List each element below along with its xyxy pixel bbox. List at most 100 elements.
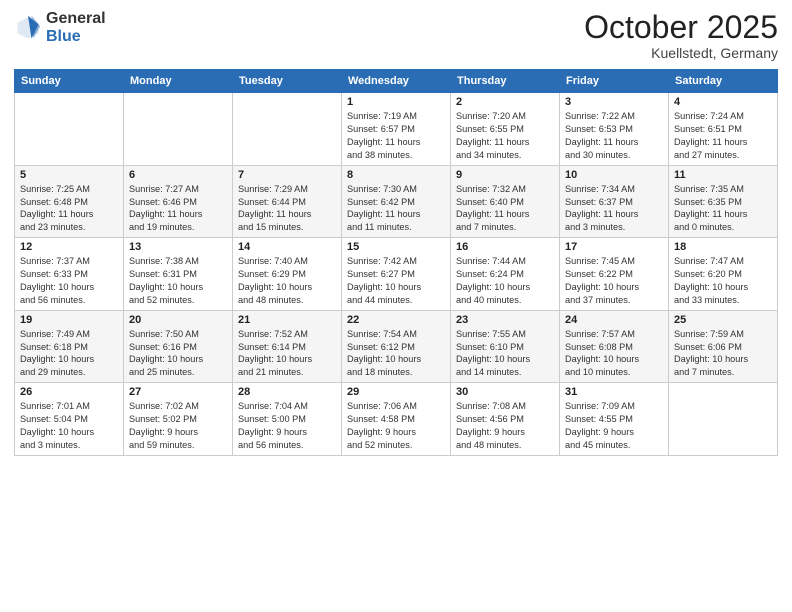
day-number: 29	[347, 386, 445, 398]
calendar-cell: 2 Sunrise: 7:20 AM Sunset: 6:55 PM Daylig…	[451, 93, 560, 166]
header-friday: Friday	[560, 70, 669, 93]
header: General Blue October 2025 Kuellstedt, Ge…	[14, 10, 778, 61]
day-info: Sunrise: 7:44 AM Sunset: 6:24 PM Dayligh…	[456, 255, 554, 307]
day-number: 6	[129, 169, 227, 181]
day-number: 3	[565, 96, 663, 108]
day-number: 20	[129, 314, 227, 326]
day-info: Sunrise: 7:01 AM Sunset: 5:04 PM Dayligh…	[20, 400, 118, 452]
calendar-week-5: 26 Sunrise: 7:01 AM Sunset: 5:04 PM Dayli…	[15, 383, 778, 456]
calendar-table: Sunday Monday Tuesday Wednesday Thursday…	[14, 69, 778, 456]
calendar-cell: 5Sunrise: 7:25 AM Sunset: 6:48 PM Daylig…	[15, 165, 124, 238]
calendar-cell: 8Sunrise: 7:30 AM Sunset: 6:42 PM Daylig…	[342, 165, 451, 238]
day-info: Sunrise: 7:08 AM Sunset: 4:56 PM Dayligh…	[456, 400, 554, 452]
calendar-week-4: 19Sunrise: 7:49 AM Sunset: 6:18 PM Dayli…	[15, 310, 778, 383]
day-info: Sunrise: 7:55 AM Sunset: 6:10 PM Dayligh…	[456, 328, 554, 380]
header-saturday: Saturday	[669, 70, 778, 93]
day-number: 7	[238, 169, 336, 181]
day-number: 22	[347, 314, 445, 326]
calendar-cell: 13 Sunrise: 7:38 AM Sunset: 6:31 PM Dayli…	[124, 238, 233, 311]
day-number: 9	[456, 169, 554, 181]
logo-text: General Blue	[46, 10, 106, 45]
day-info: Sunrise: 7:22 AM Sunset: 6:53 PM Dayligh…	[565, 110, 663, 162]
day-number: 13	[129, 241, 227, 253]
calendar-cell: 24Sunrise: 7:57 AM Sunset: 6:08 PM Dayli…	[560, 310, 669, 383]
calendar-cell: 28Sunrise: 7:04 AM Sunset: 5:00 PM Dayli…	[233, 383, 342, 456]
day-info: Sunrise: 7:20 AM Sunset: 6:55 PM Dayligh…	[456, 110, 554, 162]
logo: General Blue	[14, 10, 106, 45]
day-number: 1	[347, 96, 445, 108]
day-number: 12	[20, 241, 118, 253]
calendar-cell: 29 Sunrise: 7:06 AM Sunset: 4:58 PM Dayli…	[342, 383, 451, 456]
calendar-cell: 6 Sunrise: 7:27 AM Sunset: 6:46 PM Daylig…	[124, 165, 233, 238]
day-info: Sunrise: 7:29 AM Sunset: 6:44 PM Dayligh…	[238, 183, 336, 235]
calendar-cell: 23 Sunrise: 7:55 AM Sunset: 6:10 PM Dayli…	[451, 310, 560, 383]
day-info: Sunrise: 7:02 AM Sunset: 5:02 PM Dayligh…	[129, 400, 227, 452]
calendar-cell: 14Sunrise: 7:40 AM Sunset: 6:29 PM Dayli…	[233, 238, 342, 311]
day-info: Sunrise: 7:52 AM Sunset: 6:14 PM Dayligh…	[238, 328, 336, 380]
location: Kuellstedt, Germany	[584, 45, 778, 61]
page: General Blue October 2025 Kuellstedt, Ge…	[0, 0, 792, 612]
calendar-cell	[15, 93, 124, 166]
month-title: October 2025	[584, 10, 778, 45]
calendar-cell: 27 Sunrise: 7:02 AM Sunset: 5:02 PM Dayli…	[124, 383, 233, 456]
day-info: Sunrise: 7:34 AM Sunset: 6:37 PM Dayligh…	[565, 183, 663, 235]
header-tuesday: Tuesday	[233, 70, 342, 93]
day-number: 26	[20, 386, 118, 398]
day-number: 2	[456, 96, 554, 108]
day-number: 18	[674, 241, 772, 253]
day-info: Sunrise: 7:06 AM Sunset: 4:58 PM Dayligh…	[347, 400, 445, 452]
header-wednesday: Wednesday	[342, 70, 451, 93]
calendar-cell: 3 Sunrise: 7:22 AM Sunset: 6:53 PM Daylig…	[560, 93, 669, 166]
title-block: October 2025 Kuellstedt, Germany	[584, 10, 778, 61]
calendar-cell: 9 Sunrise: 7:32 AM Sunset: 6:40 PM Daylig…	[451, 165, 560, 238]
day-number: 17	[565, 241, 663, 253]
day-info: Sunrise: 7:38 AM Sunset: 6:31 PM Dayligh…	[129, 255, 227, 307]
day-number: 19	[20, 314, 118, 326]
calendar-header-row: Sunday Monday Tuesday Wednesday Thursday…	[15, 70, 778, 93]
calendar-cell: 10 Sunrise: 7:34 AM Sunset: 6:37 PM Dayli…	[560, 165, 669, 238]
day-info: Sunrise: 7:40 AM Sunset: 6:29 PM Dayligh…	[238, 255, 336, 307]
calendar-cell: 26 Sunrise: 7:01 AM Sunset: 5:04 PM Dayli…	[15, 383, 124, 456]
logo-general: General	[46, 10, 106, 27]
calendar-cell: 31Sunrise: 7:09 AM Sunset: 4:55 PM Dayli…	[560, 383, 669, 456]
day-info: Sunrise: 7:50 AM Sunset: 6:16 PM Dayligh…	[129, 328, 227, 380]
calendar-cell: 17 Sunrise: 7:45 AM Sunset: 6:22 PM Dayli…	[560, 238, 669, 311]
day-info: Sunrise: 7:42 AM Sunset: 6:27 PM Dayligh…	[347, 255, 445, 307]
calendar-cell: 1Sunrise: 7:19 AM Sunset: 6:57 PM Daylig…	[342, 93, 451, 166]
logo-icon	[14, 14, 42, 42]
day-number: 4	[674, 96, 772, 108]
calendar-cell: 15 Sunrise: 7:42 AM Sunset: 6:27 PM Dayli…	[342, 238, 451, 311]
day-number: 31	[565, 386, 663, 398]
day-info: Sunrise: 7:04 AM Sunset: 5:00 PM Dayligh…	[238, 400, 336, 452]
day-number: 24	[565, 314, 663, 326]
calendar-cell: 12 Sunrise: 7:37 AM Sunset: 6:33 PM Dayli…	[15, 238, 124, 311]
day-info: Sunrise: 7:45 AM Sunset: 6:22 PM Dayligh…	[565, 255, 663, 307]
header-thursday: Thursday	[451, 70, 560, 93]
calendar-cell: 16 Sunrise: 7:44 AM Sunset: 6:24 PM Dayli…	[451, 238, 560, 311]
day-info: Sunrise: 7:59 AM Sunset: 6:06 PM Dayligh…	[674, 328, 772, 380]
day-info: Sunrise: 7:35 AM Sunset: 6:35 PM Dayligh…	[674, 183, 772, 235]
day-info: Sunrise: 7:47 AM Sunset: 6:20 PM Dayligh…	[674, 255, 772, 307]
calendar-week-3: 12 Sunrise: 7:37 AM Sunset: 6:33 PM Dayli…	[15, 238, 778, 311]
day-number: 16	[456, 241, 554, 253]
day-number: 5	[20, 169, 118, 181]
day-number: 23	[456, 314, 554, 326]
calendar-cell: 19Sunrise: 7:49 AM Sunset: 6:18 PM Dayli…	[15, 310, 124, 383]
day-number: 10	[565, 169, 663, 181]
day-info: Sunrise: 7:54 AM Sunset: 6:12 PM Dayligh…	[347, 328, 445, 380]
day-info: Sunrise: 7:27 AM Sunset: 6:46 PM Dayligh…	[129, 183, 227, 235]
day-info: Sunrise: 7:32 AM Sunset: 6:40 PM Dayligh…	[456, 183, 554, 235]
day-number: 27	[129, 386, 227, 398]
day-info: Sunrise: 7:37 AM Sunset: 6:33 PM Dayligh…	[20, 255, 118, 307]
calendar-cell: 30 Sunrise: 7:08 AM Sunset: 4:56 PM Dayli…	[451, 383, 560, 456]
calendar-cell	[669, 383, 778, 456]
day-info: Sunrise: 7:30 AM Sunset: 6:42 PM Dayligh…	[347, 183, 445, 235]
day-number: 15	[347, 241, 445, 253]
calendar-cell: 18 Sunrise: 7:47 AM Sunset: 6:20 PM Dayli…	[669, 238, 778, 311]
day-info: Sunrise: 7:24 AM Sunset: 6:51 PM Dayligh…	[674, 110, 772, 162]
day-number: 30	[456, 386, 554, 398]
calendar-week-2: 5Sunrise: 7:25 AM Sunset: 6:48 PM Daylig…	[15, 165, 778, 238]
day-number: 11	[674, 169, 772, 181]
calendar-cell	[233, 93, 342, 166]
header-sunday: Sunday	[15, 70, 124, 93]
